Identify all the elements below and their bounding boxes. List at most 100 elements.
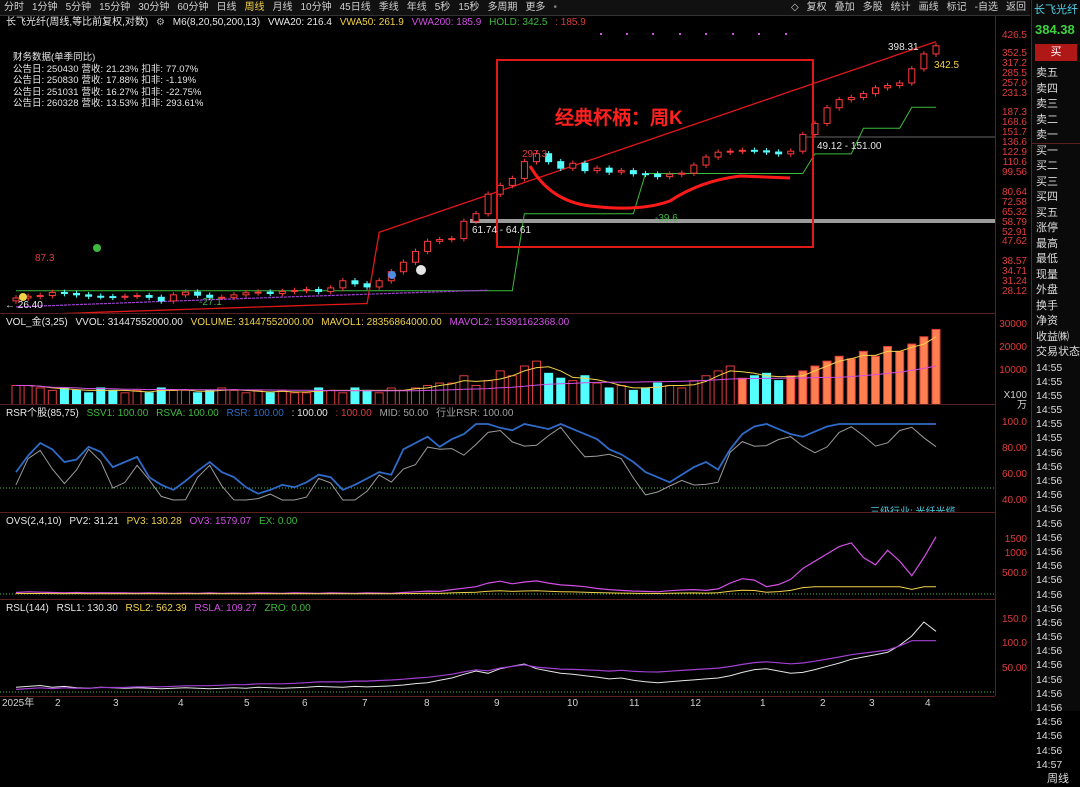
candle-body	[254, 291, 262, 294]
settings-icon[interactable]: ⚙	[156, 17, 165, 28]
period-tab-11[interactable]: 季线	[375, 0, 403, 16]
period-tab-9[interactable]: 10分钟	[297, 0, 336, 16]
volume-bar	[180, 389, 190, 404]
toolbar-button-2[interactable]: 多股	[859, 0, 887, 16]
trade-time: 14:56	[1036, 446, 1063, 459]
start-signal-icon	[19, 293, 27, 301]
volume-bar	[919, 336, 929, 404]
volume-bar	[193, 392, 203, 404]
vwa20-value: VWA20: 216.4	[267, 17, 332, 28]
period-tab-0[interactable]: 分时	[0, 0, 28, 16]
buy-button[interactable]: 买	[1035, 44, 1077, 61]
volume-bar	[822, 360, 832, 404]
quote-row: 净资	[1036, 315, 1058, 327]
quote-row: 买五	[1036, 206, 1058, 219]
candle-body	[484, 193, 492, 215]
period-tab-3[interactable]: 15分钟	[95, 0, 134, 16]
mavol2-value: MAVOL2: 15391162368.00	[449, 317, 570, 328]
candle-body	[436, 239, 444, 242]
pv3-value: PV3: 130.28	[126, 516, 182, 527]
candle-body	[896, 82, 904, 87]
candle-body	[145, 295, 153, 298]
candle-body	[726, 150, 734, 153]
period-tab-8[interactable]: 月线	[269, 0, 297, 16]
toolbar-button-3[interactable]: 统计	[887, 0, 915, 16]
period-tab-16[interactable]: 更多	[521, 0, 549, 16]
trade-time: 14:56	[1036, 730, 1063, 743]
time-axis-label: 9	[494, 698, 500, 709]
period-tab-13[interactable]: 5秒	[431, 0, 455, 16]
volume-bar	[132, 389, 142, 404]
rsr-pane[interactable]: RSR个股(85,75) SSV1: 100.00 RSVA: 100.00 R…	[0, 406, 995, 513]
toolbar-menu-dot[interactable]: •	[549, 0, 561, 16]
time-axis-label: 1	[760, 698, 766, 709]
trade-time: 14:56	[1036, 460, 1063, 473]
candle-body	[763, 150, 771, 153]
toolbar-button-7[interactable]: 返回	[1002, 0, 1030, 16]
zro-value: ZRO: 0.00	[264, 603, 311, 614]
marker-dot	[652, 33, 654, 35]
volume-bar	[447, 382, 457, 404]
rsr-blank1: : 100.00	[291, 408, 328, 419]
period-tab-4[interactable]: 30分钟	[134, 0, 173, 16]
toolbar-button-5[interactable]: 标记	[943, 0, 971, 16]
quote-row: 现量	[1036, 268, 1058, 281]
candle-body	[133, 295, 141, 298]
period-tab-14[interactable]: 15秒	[454, 0, 483, 16]
label-start: ← 26.40	[5, 300, 43, 311]
time-axis-label: 6	[302, 698, 308, 709]
period-tab-6[interactable]: 日线	[213, 0, 241, 16]
finance-np: 77.07%	[166, 63, 199, 75]
ovs-pane[interactable]: OVS(2,4,10) PV2: 31.21 PV3: 130.28 OV3: …	[0, 514, 995, 600]
candle-body	[290, 289, 298, 292]
candle-body	[121, 295, 129, 298]
period-footer: 周线	[1047, 772, 1069, 785]
time-axis: 2025年 2 3 4 5 6 7 8 9 10 11 12 1 2 3 4	[0, 698, 995, 711]
toolbar-button-4[interactable]: 画线	[915, 0, 943, 16]
period-tab-2[interactable]: 5分钟	[62, 0, 96, 16]
time-axis-label: 8	[424, 698, 430, 709]
finance-row: 公告日: 250430 营收: 21.23% 扣非: 77.07%	[13, 64, 207, 76]
vwa200-value: VWA200: 185.9	[411, 17, 482, 28]
rsl-chart-svg[interactable]	[0, 601, 995, 697]
candle-body	[157, 296, 165, 302]
rsr-chart-svg[interactable]	[0, 406, 995, 513]
label-low1: -39.6	[655, 213, 678, 224]
period-toolbar: 分时 1分钟 5分钟 15分钟 30分钟 60分钟 日线 周线 月线 10分钟 45日线 季线 年线 5秒…	[0, 0, 1030, 16]
toolbar-button-6[interactable]: -自选	[971, 0, 1002, 16]
volume-bar	[241, 392, 251, 404]
period-tab-15[interactable]: 多周期	[483, 0, 521, 16]
volume-bar	[84, 392, 94, 404]
finance-rev-label: 营收:	[81, 86, 104, 98]
period-tab-1[interactable]: 1分钟	[28, 0, 62, 16]
volume-bar	[398, 389, 408, 404]
stock-name: 长飞光纤	[1034, 4, 1078, 16]
candle-body	[339, 280, 347, 289]
chart-title: 长飞光纤(周线,等比前复权,对数)	[6, 17, 149, 28]
diamond-icon[interactable]: ◇	[787, 0, 803, 16]
finance-rev: 17.88%	[106, 75, 139, 86]
toolbar-button-0[interactable]: 复权	[803, 0, 831, 16]
label-peak: 398.31	[888, 42, 919, 53]
finance-date: 公告日: 250830	[13, 75, 79, 86]
candle-body	[605, 167, 613, 173]
period-tab-10[interactable]: 45日线	[336, 0, 375, 16]
axis-tick: 50.00	[1001, 663, 1027, 674]
volume-bar	[616, 385, 626, 404]
volume-bar	[47, 389, 57, 404]
rsl1-value: RSL1: 130.30	[56, 603, 118, 614]
candle-body	[593, 167, 601, 172]
candle-body	[327, 287, 335, 292]
price-chart-pane[interactable]: 经典杯柄：周K 297.3 -39.6 61.74 - 64.61 49.12 - 15…	[0, 16, 995, 314]
period-tab-5[interactable]: 60分钟	[173, 0, 212, 16]
quote-row: 买三	[1036, 175, 1058, 188]
trade-time: 14:56	[1036, 616, 1063, 629]
period-tab-12[interactable]: 年线	[403, 0, 431, 16]
rsr-value: RSR: 100.00	[226, 408, 284, 419]
candle-body	[557, 161, 565, 169]
rsl-pane[interactable]: RSL(144) RSL1: 130.30 RSL2: 562.39 RSLA:…	[0, 601, 995, 697]
period-tab-7[interactable]: 周线	[241, 0, 269, 16]
toolbar-button-1[interactable]: 叠加	[831, 0, 859, 16]
buy-signal-icon	[93, 244, 101, 252]
volume-pane[interactable]: VOL_金(3,25) VVOL: 31447552000.00 VOLUME:…	[0, 315, 995, 405]
